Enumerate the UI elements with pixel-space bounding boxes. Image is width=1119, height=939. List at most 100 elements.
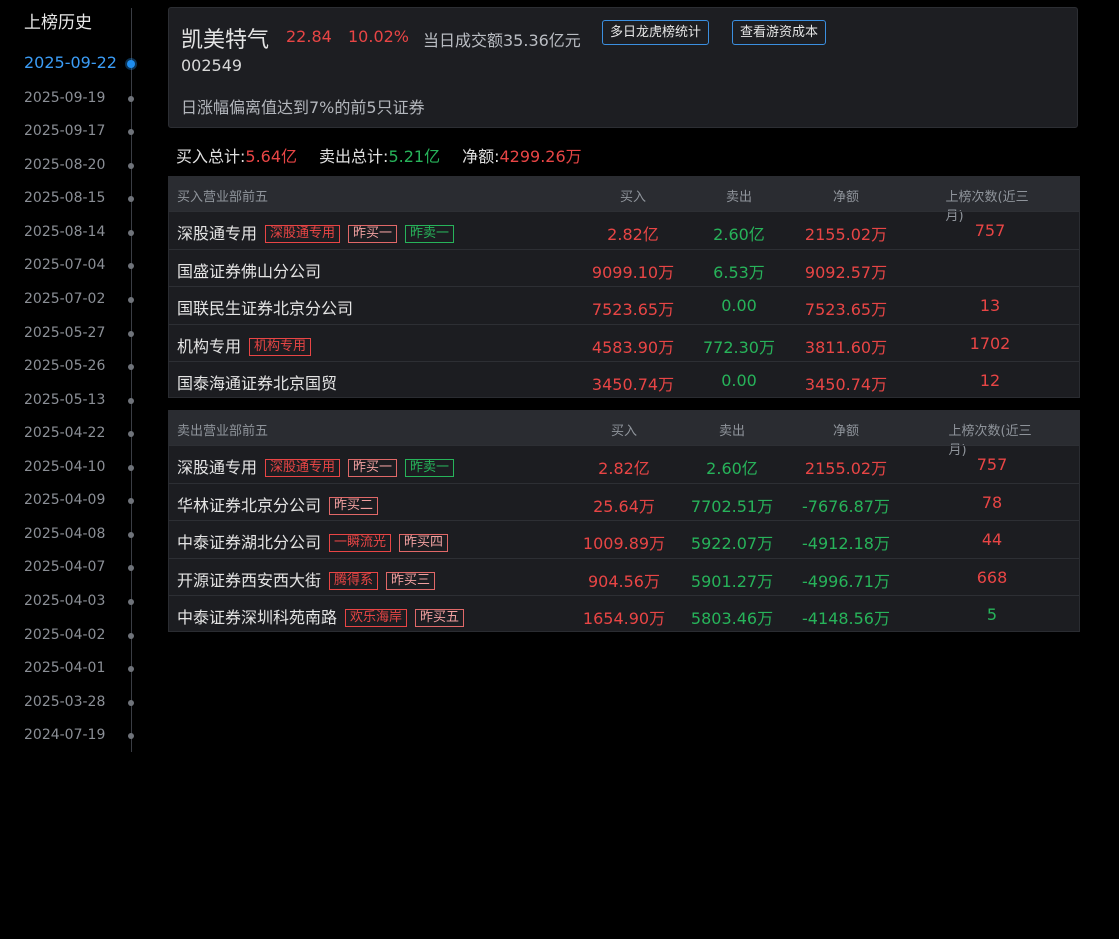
timeline-date-item[interactable]: 2025-09-17 bbox=[0, 121, 150, 143]
table-row[interactable]: 中泰证券深圳科苑南路 欢乐海岸 昨买五 1654.90万 5803.46万 -4148.5… bbox=[169, 595, 1079, 633]
branch-name[interactable]: 国盛证券佛山分公司 bbox=[177, 262, 321, 281]
timeline-date: 2025-07-04 bbox=[24, 257, 106, 273]
sell-amount-cell: 5922.07万 bbox=[690, 534, 774, 553]
branch-name[interactable]: 机构专用 bbox=[177, 337, 241, 356]
timeline-dot-icon bbox=[128, 565, 134, 571]
timeline-dot-icon bbox=[128, 465, 134, 471]
sell-amount-cell: 7702.51万 bbox=[690, 496, 774, 516]
col-header-buy: 买入 bbox=[610, 424, 638, 439]
table-row[interactable]: 机构专用 机构专用 4583.90万 772.30万 3811.60万 1702 bbox=[169, 323, 1079, 362]
timeline-date-item[interactable]: 2025-04-10 bbox=[0, 457, 150, 479]
timeline-date-item[interactable]: 2025-05-13 bbox=[0, 390, 150, 412]
buy-total-value: 5.64亿 bbox=[245, 147, 298, 166]
net-amount-cell: -4912.18万 bbox=[802, 534, 890, 553]
net-amount-cell: 2155.02万 bbox=[804, 459, 888, 478]
table-row[interactable]: 开源证券西安西大街 腾得系 昨买三 904.56万 5901.27万 -4996.71万 6… bbox=[169, 557, 1079, 596]
table-row[interactable]: 深股通专用 深股通专用 昨买一 昨卖一 2.82亿 2.60亿 2155.02万 757 bbox=[169, 211, 1079, 249]
table-header: 买入营业部前五 买入 卖出 净额 上榜次数(近三月) bbox=[169, 177, 1079, 224]
branch-tag: 昨卖一 bbox=[405, 225, 455, 243]
branch-name[interactable]: 开源证券西安西大街 bbox=[177, 571, 321, 590]
buy-amount-cell: 1009.89万 bbox=[582, 534, 666, 553]
branch-cell: 深股通专用 深股通专用 昨买一 昨卖一 bbox=[177, 220, 455, 244]
timeline-date-item[interactable]: 2025-04-01 bbox=[0, 658, 150, 680]
branch-name[interactable]: 深股通专用 bbox=[177, 458, 257, 477]
timeline-date-item[interactable]: 2025-04-07 bbox=[0, 557, 150, 579]
timeline-date-item[interactable]: 2025-04-22 bbox=[0, 423, 150, 445]
timeline-date-item[interactable]: 2024-07-19 bbox=[0, 725, 150, 747]
multi-day-stats-button[interactable]: 多日龙虎榜统计 bbox=[602, 20, 710, 45]
table-row[interactable]: 国盛证券佛山分公司 9099.10万 6.53万 9092.57万 bbox=[169, 248, 1079, 287]
branch-tag: 腾得系 bbox=[329, 571, 379, 590]
table-row[interactable]: 华林证券北京分公司 昨买二 25.64万 7702.51万 -7676.87万 78 bbox=[169, 482, 1079, 521]
timeline-date: 2025-04-01 bbox=[24, 660, 106, 676]
col-header-sell: 卖出 bbox=[718, 424, 746, 439]
branch-cell: 国泰海通证券北京国贸 bbox=[177, 370, 337, 394]
branch-cell: 华林证券北京分公司 昨买二 bbox=[177, 492, 379, 516]
timeline-date-item[interactable]: 2025-05-26 bbox=[0, 356, 150, 378]
list-count-cell: 5 bbox=[986, 605, 998, 624]
timeline-date-item[interactable]: 2025-09-22 bbox=[0, 53, 150, 75]
timeline-date-item[interactable]: 2025-07-04 bbox=[0, 255, 150, 277]
branch-name[interactable]: 国联民生证券北京分公司 bbox=[177, 299, 353, 318]
timeline-dot-icon bbox=[128, 633, 134, 639]
branch-cell: 中泰证券深圳科苑南路 欢乐海岸 昨买五 bbox=[177, 604, 465, 628]
branch-name[interactable]: 华林证券北京分公司 bbox=[177, 496, 321, 515]
branch-tag: 欢乐海岸 bbox=[345, 609, 408, 627]
table-row[interactable]: 国泰海通证券北京国贸 3450.74万 0.00 3450.74万 12 bbox=[169, 361, 1079, 399]
branch-name[interactable]: 国泰海通证券北京国贸 bbox=[177, 374, 337, 393]
list-count-cell: 668 bbox=[976, 567, 1008, 587]
timeline-date-item[interactable]: 2025-05-27 bbox=[0, 323, 150, 345]
timeline-date: 2025-05-13 bbox=[24, 392, 106, 408]
timeline-date-item[interactable]: 2025-03-28 bbox=[0, 692, 150, 714]
net-amount-cell: 3450.74万 bbox=[804, 375, 888, 394]
timeline-date-item[interactable]: 2025-04-08 bbox=[0, 524, 150, 546]
timeline-dot-icon bbox=[127, 60, 135, 68]
timeline-date: 2025-04-22 bbox=[24, 425, 106, 441]
timeline-date-item[interactable]: 2025-09-19 bbox=[0, 88, 150, 110]
stock-code: 002549 bbox=[181, 56, 243, 75]
timeline-date-item[interactable]: 2025-08-20 bbox=[0, 155, 150, 177]
timeline-date-item[interactable]: 2025-08-14 bbox=[0, 222, 150, 244]
timeline-date-item[interactable]: 2025-07-02 bbox=[0, 289, 150, 311]
table-row[interactable]: 国联民生证券北京分公司 7523.65万 0.00 7523.65万 13 bbox=[169, 286, 1079, 324]
buy-amount-cell: 2.82亿 bbox=[598, 459, 650, 478]
timeline-date-item[interactable]: 2025-04-09 bbox=[0, 490, 150, 512]
list-count-cell: 757 bbox=[976, 455, 1008, 474]
list-count-cell: 1702 bbox=[969, 333, 1011, 353]
branch-tag: 机构专用 bbox=[249, 337, 312, 356]
timeline-date: 2025-04-10 bbox=[24, 459, 106, 475]
timeline-date: 2025-04-07 bbox=[24, 559, 106, 575]
net-amount-cell: 7523.65万 bbox=[804, 300, 888, 319]
sell-amount-cell: 0.00 bbox=[721, 296, 757, 315]
buy-amount-cell: 3450.74万 bbox=[591, 375, 675, 394]
sell-amount-cell: 2.60亿 bbox=[706, 459, 758, 478]
sell-amount-cell: 5901.27万 bbox=[690, 571, 774, 591]
timeline-date-item[interactable]: 2025-08-15 bbox=[0, 188, 150, 210]
timeline-date-item[interactable]: 2025-04-03 bbox=[0, 591, 150, 613]
list-count-cell: 12 bbox=[979, 371, 1001, 390]
stock-turnover: 当日成交额35.36亿元 bbox=[423, 31, 581, 50]
branch-name[interactable]: 中泰证券湖北分公司 bbox=[177, 533, 321, 552]
branch-name[interactable]: 深股通专用 bbox=[177, 224, 257, 243]
list-count-cell: 44 bbox=[981, 530, 1003, 549]
table-row[interactable]: 深股通专用 深股通专用 昨买一 昨卖一 2.82亿 2.60亿 2155.02万 757 bbox=[169, 445, 1079, 483]
timeline-dot-icon bbox=[128, 532, 134, 538]
branch-tag: 深股通专用 bbox=[265, 459, 341, 477]
buy-amount-cell: 9099.10万 bbox=[591, 262, 675, 282]
net-amount-cell: -4148.56万 bbox=[802, 609, 890, 628]
timeline-dot-icon bbox=[128, 498, 134, 504]
sell-amount-cell: 2.60亿 bbox=[713, 225, 765, 244]
timeline-date-item[interactable]: 2025-04-02 bbox=[0, 625, 150, 647]
listing-reason: 日涨幅偏离值达到7%的前5只证券 bbox=[181, 98, 425, 117]
col-header-branch: 买入营业部前五 bbox=[177, 190, 269, 205]
timeline-date: 2025-04-03 bbox=[24, 593, 106, 609]
timeline-date: 2025-05-26 bbox=[24, 358, 106, 374]
timeline-dot-icon bbox=[128, 196, 134, 202]
timeline-dot-icon bbox=[128, 163, 134, 169]
hot-money-cost-button[interactable]: 查看游资成本 bbox=[732, 20, 827, 45]
branch-name[interactable]: 中泰证券深圳科苑南路 bbox=[177, 608, 337, 627]
timeline-date: 2025-04-08 bbox=[24, 526, 106, 542]
table-row[interactable]: 中泰证券湖北分公司 一瞬流光 昨买四 1009.89万 5922.07万 -4912.18… bbox=[169, 520, 1079, 558]
timeline-date: 2025-05-27 bbox=[24, 325, 106, 341]
timeline-dot-icon bbox=[128, 364, 134, 370]
